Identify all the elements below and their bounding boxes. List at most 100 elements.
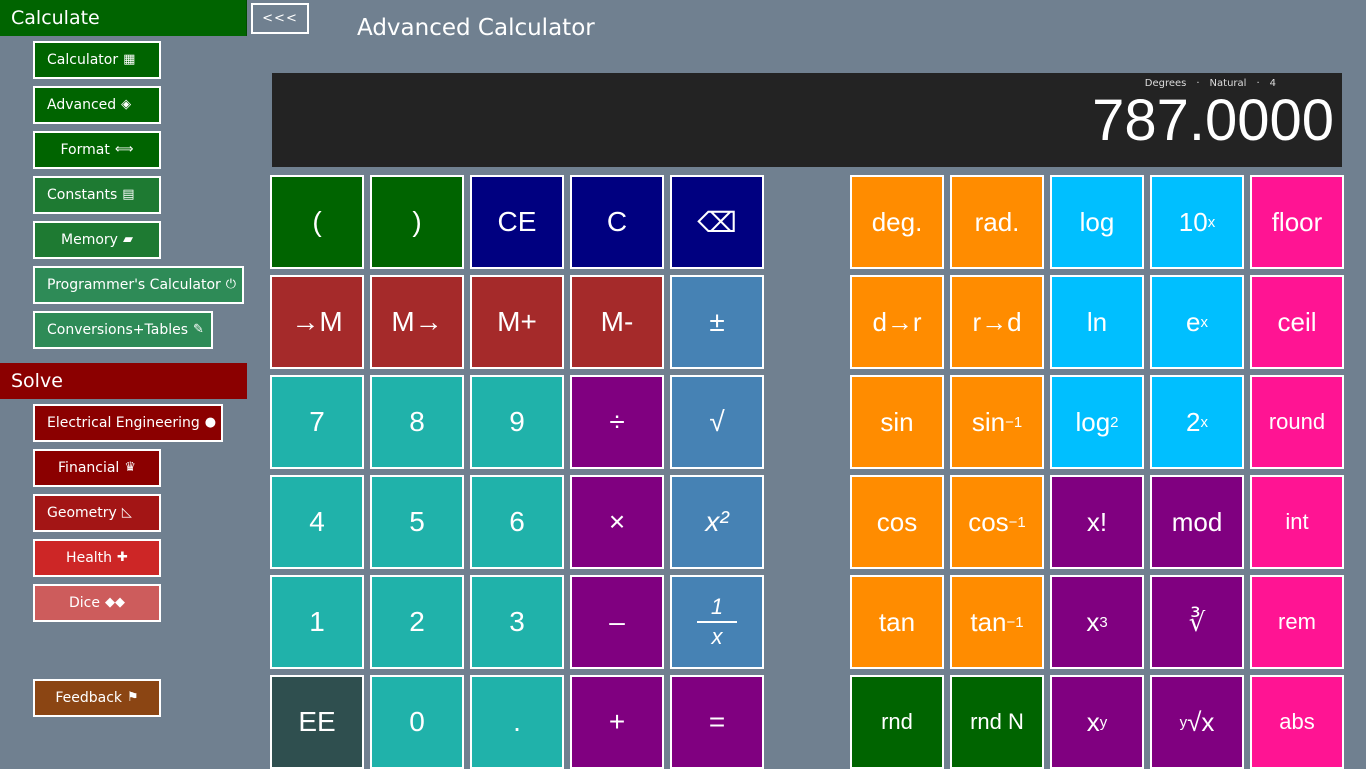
- fraction-bar: [697, 621, 737, 623]
- digit-4-key[interactable]: 4: [270, 475, 364, 569]
- digit-0-key[interactable]: 0: [370, 675, 464, 769]
- log2-key[interactable]: log 2: [1050, 375, 1144, 469]
- log-key[interactable]: log: [1050, 175, 1144, 269]
- pencil-icon: ✎: [193, 322, 204, 337]
- nav-health-label: Health: [66, 550, 113, 566]
- mod-key[interactable]: mod: [1150, 475, 1244, 569]
- solve-section-header: Solve: [0, 363, 247, 399]
- cos-key[interactable]: cos: [850, 475, 944, 569]
- decimal-point-key[interactable]: .: [470, 675, 564, 769]
- memory-chip-icon: ▰: [122, 232, 133, 247]
- feedback-label: Feedback: [55, 690, 122, 706]
- memory-recall-key[interactable]: M→: [370, 275, 464, 369]
- nav-dice-button[interactable]: Dice ◆◆: [33, 584, 161, 622]
- graduation-cap-icon: ◈: [121, 97, 132, 112]
- plus-minus-key[interactable]: ±: [670, 275, 764, 369]
- digit-2-key[interactable]: 2: [370, 575, 464, 669]
- square-key[interactable]: x²: [670, 475, 764, 569]
- triangle-ruler-icon: ◺: [121, 505, 132, 520]
- nav-geometry-label: Geometry: [47, 505, 117, 521]
- digit-8-key[interactable]: 8: [370, 375, 464, 469]
- nav-format-button[interactable]: Format ⟺: [33, 131, 161, 169]
- clear-entry-key[interactable]: CE: [470, 175, 564, 269]
- memory-subtract-key[interactable]: M-: [570, 275, 664, 369]
- heart-icon: ✚: [117, 550, 128, 565]
- digit-3-key[interactable]: 3: [470, 575, 564, 669]
- sin-key[interactable]: sin: [850, 375, 944, 469]
- nav-electrical-engineering-button[interactable]: Electrical Engineering ●: [33, 404, 223, 442]
- feedback-button[interactable]: Feedback ⚑: [33, 679, 161, 717]
- nav-constants-button[interactable]: Constants ▤: [33, 176, 161, 214]
- arctan-key[interactable]: tan −1: [950, 575, 1044, 669]
- equals-key[interactable]: =: [670, 675, 764, 769]
- int-key[interactable]: int: [1250, 475, 1344, 569]
- ten-power-base: 10: [1178, 206, 1208, 237]
- nav-calculator-button[interactable]: Calculator ▦: [33, 41, 161, 79]
- arcsin-base: sin: [971, 406, 1006, 437]
- cube-base: x: [1086, 606, 1100, 637]
- y-root-x-key[interactable]: y √x: [1150, 675, 1244, 769]
- random-key[interactable]: rnd: [850, 675, 944, 769]
- nav-health-button[interactable]: Health ✚: [33, 539, 161, 577]
- ln-key[interactable]: ln: [1050, 275, 1144, 369]
- ten-power-key[interactable]: 10 x: [1150, 175, 1244, 269]
- clear-key[interactable]: C: [570, 175, 664, 269]
- nav-memory-button[interactable]: Memory ▰: [33, 221, 161, 259]
- floor-key[interactable]: floor: [1250, 175, 1344, 269]
- deg-to-rad-key[interactable]: d→r: [850, 275, 944, 369]
- degrees-mode-key[interactable]: deg.: [850, 175, 944, 269]
- round-key[interactable]: round: [1250, 375, 1344, 469]
- nav-conversions-tables-button[interactable]: Conversions+Tables ✎: [33, 311, 213, 349]
- radians-mode-key[interactable]: rad.: [950, 175, 1044, 269]
- arcsin-key[interactable]: sin −1: [950, 375, 1044, 469]
- add-key[interactable]: +: [570, 675, 664, 769]
- reciprocal-numerator: 1: [710, 594, 724, 619]
- memory-add-key[interactable]: M+: [470, 275, 564, 369]
- reciprocal-key[interactable]: 1 x: [670, 575, 764, 669]
- memory-store-key[interactable]: →M: [270, 275, 364, 369]
- back-button[interactable]: <<<: [251, 3, 309, 34]
- arccos-key[interactable]: cos −1: [950, 475, 1044, 569]
- ceil-key[interactable]: ceil: [1250, 275, 1344, 369]
- arccos-base: cos: [968, 506, 1009, 537]
- square-root-key[interactable]: √: [670, 375, 764, 469]
- lightbulb-icon: ●: [204, 415, 217, 430]
- cube-root-key[interactable]: ∛: [1150, 575, 1244, 669]
- backspace-key[interactable]: ⌫: [670, 175, 764, 269]
- digit-1-key[interactable]: 1: [270, 575, 364, 669]
- calculate-section-header: Calculate: [0, 0, 247, 36]
- y-root-index: y: [1179, 713, 1188, 731]
- nav-advanced-button[interactable]: Advanced ◈: [33, 86, 161, 124]
- calculator-icon: ▦: [123, 52, 136, 67]
- x-power-y-exponent: y: [1099, 713, 1108, 731]
- x-power-y-key[interactable]: xy: [1050, 675, 1144, 769]
- two-power-key[interactable]: 2x: [1150, 375, 1244, 469]
- cube-key[interactable]: x3: [1050, 575, 1144, 669]
- rad-to-deg-key[interactable]: r→d: [950, 275, 1044, 369]
- nav-geometry-button[interactable]: Geometry ◺: [33, 494, 161, 532]
- random-n-key[interactable]: rnd N: [950, 675, 1044, 769]
- abs-key[interactable]: abs: [1250, 675, 1344, 769]
- subtract-key[interactable]: –: [570, 575, 664, 669]
- open-paren-key[interactable]: (: [270, 175, 364, 269]
- factorial-key[interactable]: x!: [1050, 475, 1144, 569]
- digit-5-key[interactable]: 5: [370, 475, 464, 569]
- power-icon: ⏻: [225, 277, 237, 292]
- tan-key[interactable]: tan: [850, 575, 944, 669]
- digit-9-key[interactable]: 9: [470, 375, 564, 469]
- divide-key[interactable]: ÷: [570, 375, 664, 469]
- multiply-key[interactable]: ×: [570, 475, 664, 569]
- nav-format-label: Format: [60, 142, 110, 158]
- nav-programmers-calculator-button[interactable]: Programmer's Calculator ⏻: [33, 266, 244, 304]
- backspace-icon: ⌫: [697, 206, 737, 238]
- close-paren-key[interactable]: ): [370, 175, 464, 269]
- digit-6-key[interactable]: 6: [470, 475, 564, 569]
- e-power-key[interactable]: ex: [1150, 275, 1244, 369]
- y-root-symbol: √x: [1187, 706, 1215, 737]
- nav-financial-button[interactable]: Financial ♛: [33, 449, 161, 487]
- digit-7-key[interactable]: 7: [270, 375, 364, 469]
- keyboard-icon: ▤: [122, 187, 135, 202]
- exponent-ee-key[interactable]: EE: [270, 675, 364, 769]
- arccos-exponent: −1: [1008, 513, 1026, 531]
- rem-key[interactable]: rem: [1250, 575, 1344, 669]
